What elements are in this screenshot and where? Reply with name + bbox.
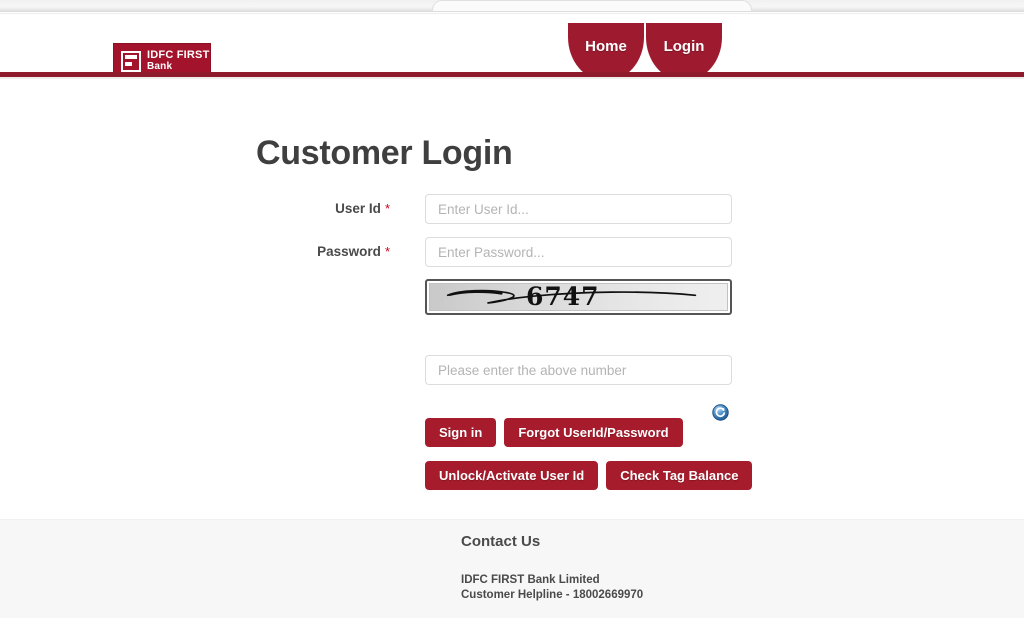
userid-label-text: User Id — [335, 201, 381, 216]
captcha-image: 6747 — [429, 283, 728, 311]
site-header: IDFC FIRST Bank Home Login — [0, 15, 1024, 81]
password-label-text: Password — [317, 244, 381, 259]
browser-active-tab[interactable] — [432, 0, 752, 11]
userid-label: User Id * — [245, 194, 390, 224]
check-tag-balance-button[interactable]: Check Tag Balance — [606, 461, 753, 490]
contact-us-heading: Contact Us — [461, 533, 541, 550]
userid-required-marker: * — [384, 201, 390, 216]
captcha-input[interactable] — [425, 355, 732, 385]
captcha-frame: 6747 — [425, 279, 732, 315]
logo-line-1: IDFC FIRST — [147, 48, 210, 61]
browser-chrome-divider — [0, 12, 1024, 14]
form-row-password: Password * — [0, 237, 1024, 267]
unlock-activate-button[interactable]: Unlock/Activate User Id — [425, 461, 599, 490]
logo-text: IDFC FIRST Bank — [147, 48, 210, 72]
forgot-credentials-button[interactable]: Forgot UserId/Password — [504, 418, 683, 447]
captcha-code: 6747 — [526, 283, 600, 311]
login-main: Customer Login User Id* Password* 6747 — [0, 79, 1024, 519]
footer-company-name: IDFC FIRST Bank Limited — [461, 574, 600, 586]
form-row-userid: User Id * — [0, 194, 1024, 224]
captcha-refresh-icon[interactable] — [712, 404, 729, 421]
password-input[interactable] — [425, 237, 732, 267]
browser-tab-strip — [0, 0, 1024, 12]
sign-in-button[interactable]: Sign in — [425, 418, 497, 447]
button-row-secondary: Unlock/Activate User Id Check Tag Balanc… — [425, 461, 753, 490]
footer-helpline: Customer Helpline - 18002669970 — [461, 589, 644, 601]
userid-input[interactable] — [425, 194, 732, 224]
button-row-primary: Sign in Forgot UserId/Password — [425, 418, 683, 447]
page-title: Customer Login — [256, 134, 513, 172]
site-footer: Contact Us IDFC FIRST Bank Limited Custo… — [0, 519, 1024, 618]
password-required-marker: * — [384, 244, 390, 259]
logo-line-2: Bank — [147, 60, 173, 72]
logo-mark-icon — [121, 50, 141, 72]
password-label: Password * — [245, 237, 390, 267]
